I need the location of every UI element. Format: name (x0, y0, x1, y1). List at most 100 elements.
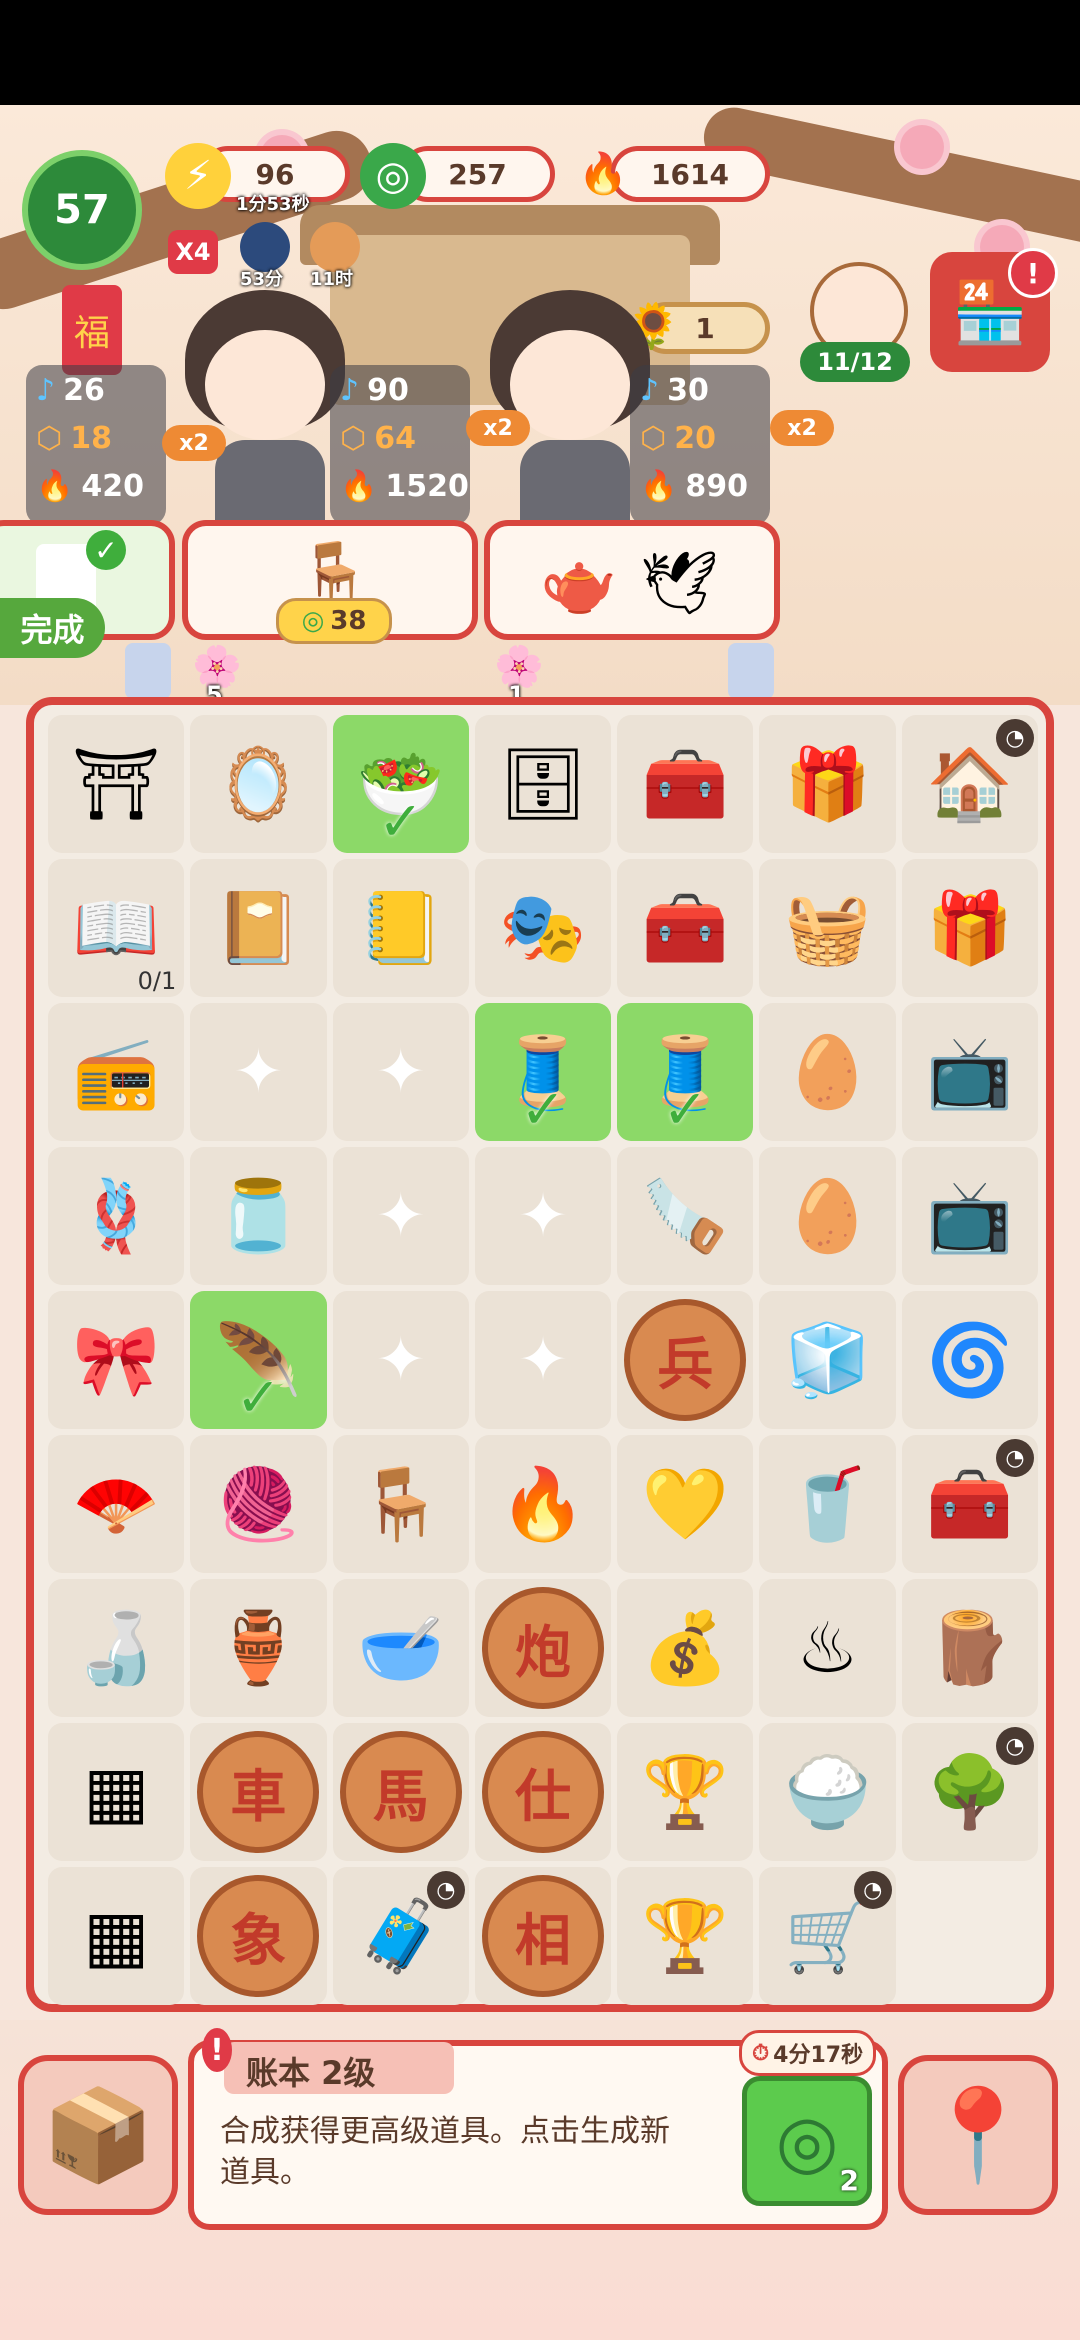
board-cell[interactable]: ✦ (332, 1003, 469, 1141)
board-cell[interactable]: 🪢 (48, 1147, 185, 1285)
board-cell[interactable]: ▦ (48, 1867, 185, 2005)
board-cell[interactable]: 🏺 (190, 1579, 327, 1717)
board-cell[interactable]: 🧵 ✓ (474, 1003, 612, 1141)
board-cell[interactable]: 🪚 (617, 1147, 754, 1285)
board-cell[interactable]: 🪞 (190, 715, 327, 853)
board-cell[interactable]: 🌀 (901, 1291, 1038, 1429)
board-cell[interactable]: 🥗 ✓ (332, 715, 469, 853)
timer-icon: ◔ (853, 1871, 892, 1909)
check-icon: ✓ (662, 1078, 708, 1141)
board-cell[interactable]: 🔥 (474, 1435, 612, 1573)
board-cell[interactable]: 🏆 (617, 1723, 754, 1861)
board-cell[interactable]: 相 (474, 1867, 612, 2005)
order-card-3[interactable]: 🫖 🕊 (484, 520, 780, 640)
board-cell[interactable]: ✦ (332, 1291, 469, 1429)
board-cell[interactable]: 🪵 (901, 1579, 1038, 1717)
board-cell[interactable]: 車 (190, 1723, 327, 1861)
board-cell[interactable]: 📖 0/1 (48, 859, 185, 997)
board-cell[interactable]: ♨ (759, 1579, 896, 1717)
board-cell[interactable]: 兵 (617, 1291, 754, 1429)
flames-value: 890 (685, 469, 748, 504)
board-cell[interactable]: 🎭 (474, 859, 612, 997)
board-cell[interactable]: 📻 (48, 1003, 185, 1141)
board-cell[interactable]: ✦ (474, 1147, 612, 1285)
board-cell[interactable]: 🧵 ✓ (617, 1003, 754, 1141)
helper-count: 11/12 (800, 342, 910, 382)
board-cell[interactable]: 🧰 ◔ (901, 1435, 1038, 1573)
gift-chest-icon: 🎁 (783, 743, 872, 825)
lightning-icon[interactable]: ⚡ (165, 143, 231, 209)
board-cell[interactable]: 📔 (190, 859, 327, 997)
board-cell[interactable]: 🪭 (48, 1435, 185, 1573)
board-cell[interactable]: 🥣 (332, 1579, 469, 1717)
cell-progress-label: 0/1 (137, 967, 177, 995)
check-icon: ✓ (86, 530, 126, 570)
flame-icon: 🔥 (640, 469, 678, 504)
map-pin-icon: 📍 (921, 2082, 1035, 2188)
check-icon: ✓ (235, 1366, 282, 1429)
gold-pile-icon: 💰 (641, 1607, 729, 1689)
empty-slot-icon: ✦ (375, 1325, 426, 1395)
yellow-stone-icon: 💛 (641, 1463, 729, 1545)
flames-value: 420 (81, 469, 144, 504)
board-cell[interactable]: 象 (190, 1867, 327, 2005)
board-cell[interactable]: 🏠 ◔ (901, 715, 1038, 853)
board-cell[interactable]: 🧰 (617, 859, 754, 997)
merge-board: ⛩ 🪞 🥗 ✓ 🗄 🧰 🎁 🏠 ◔ 📖 0/1 📔 📒 🎭 🧰 🧺 🎁 📻 ✦ ✦ 🧵 ✓ 🧵 ✓ 🥚 📺 🪢 🫙 ✦ ✦ 🪚 🥚 📺 🎀 🪶 ✓ ✦ ✦… (26, 697, 1054, 2012)
inventory-button[interactable]: 📦 (18, 2055, 178, 2215)
board-cell[interactable]: 🪶 ✓ (190, 1291, 327, 1429)
board-cell[interactable]: 🛒 ◔ (759, 1867, 896, 2005)
board-cell[interactable]: ⛩ (48, 715, 185, 853)
box-icon: 📦 (41, 2082, 155, 2188)
board-cell[interactable]: ✦ (474, 1291, 612, 1429)
gold-bowl-icon: 🏆 (641, 1751, 729, 1833)
board-cell[interactable]: 🧊 (759, 1291, 896, 1429)
board-cell[interactable]: 🍶 (48, 1579, 185, 1717)
board-cell[interactable]: 🎁 (759, 715, 896, 853)
board-cell[interactable]: 💛 (617, 1435, 754, 1573)
board-cell[interactable]: 📺 (901, 1003, 1038, 1141)
jade-coin-icon[interactable]: ◎ (360, 143, 426, 209)
board-cell[interactable]: 🧶 (190, 1435, 327, 1573)
plane-tool-icon: 🪚 (641, 1175, 729, 1257)
multiplier-badge[interactable]: X4 (168, 230, 218, 274)
board-cell[interactable]: 🫙 (190, 1147, 327, 1285)
board-cell[interactable]: 🥚 (759, 1003, 896, 1141)
basket-icon: 🧺 (783, 887, 872, 969)
radio-machine-icon: 📻 (72, 1031, 160, 1113)
board-cell[interactable]: 💰 (617, 1579, 754, 1717)
board-cell[interactable]: ✦ (190, 1003, 327, 1141)
fan-painting-icon: 🪭 (72, 1463, 160, 1545)
board-cell[interactable]: ✦ (332, 1147, 469, 1285)
info-title: 账本 2级 (246, 2054, 376, 2092)
treasure-box-icon: 🧳 (357, 1895, 445, 1977)
board-cell[interactable]: 🧺 (759, 859, 896, 997)
board-cell[interactable]: 📺 (901, 1147, 1038, 1285)
board-cell[interactable]: 🎀 (48, 1291, 185, 1429)
bowl-icon: 🥣 (357, 1607, 445, 1689)
map-button[interactable]: 📍 (898, 2055, 1058, 2215)
board-cell[interactable]: ▦ (48, 1723, 185, 1861)
board-cell[interactable]: 🍚 (759, 1723, 896, 1861)
flame-icon: 🔥 (36, 469, 74, 504)
board-cell[interactable]: 🗄 (474, 715, 612, 853)
board-cell[interactable]: 馬 (332, 1723, 469, 1861)
board-cell[interactable]: 🥤 (759, 1435, 896, 1573)
order-card-2[interactable]: 🪑 ◎ 38 (182, 520, 478, 644)
generator-button[interactable]: ◎ 2 (742, 2076, 872, 2206)
level-badge[interactable]: 57 (22, 150, 142, 270)
boost2-timer: 11时 (310, 269, 354, 290)
board-cell[interactable]: 🪑 (332, 1435, 469, 1573)
board-cell[interactable]: 📒 (332, 859, 469, 997)
board-cell[interactable]: 🧰 (617, 715, 754, 853)
coins-value: 18 (70, 421, 112, 456)
reward-badge: ◎ 38 (276, 598, 392, 644)
board-cell[interactable]: 🥚 (759, 1147, 896, 1285)
board-cell[interactable]: 🌳 ◔ (901, 1723, 1038, 1861)
done-label[interactable]: 完成 (0, 598, 105, 658)
board-cell[interactable]: 🧳 ◔ (332, 1867, 469, 2005)
board-cell[interactable]: 仕 (474, 1723, 612, 1861)
board-cell[interactable]: 炮 (474, 1579, 612, 1717)
board-cell[interactable]: 🎁 (901, 859, 1038, 997)
board-cell[interactable]: 🏆 (617, 1867, 754, 2005)
